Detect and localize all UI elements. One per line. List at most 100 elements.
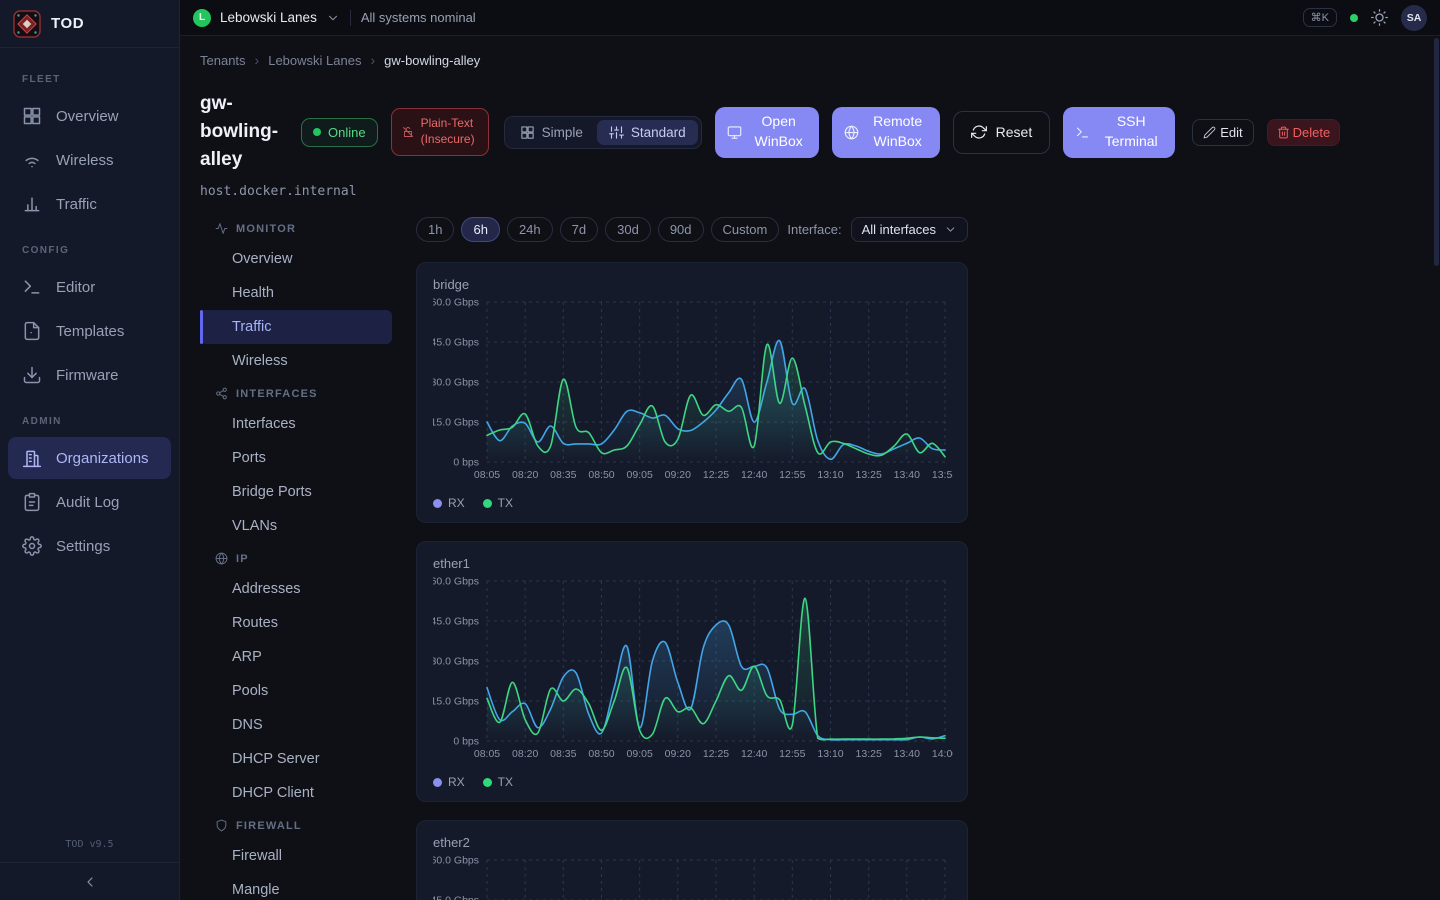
connection-status-dot <box>1350 14 1358 22</box>
time-range-custom[interactable]: Custom <box>711 217 780 242</box>
legend-label: TX <box>498 496 513 510</box>
device-nav-item-routes[interactable]: Routes <box>200 606 392 640</box>
grid-icon <box>22 106 42 126</box>
device-nav-item-dns[interactable]: DNS <box>200 708 392 742</box>
traffic-panel: 1h6h24h7d30d90dCustom Interface: All int… <box>416 213 968 900</box>
svg-text:08:20: 08:20 <box>512 469 538 481</box>
vertical-scrollbar-thumb[interactable] <box>1434 38 1439 266</box>
device-nav-item-firewall[interactable]: Firewall <box>200 839 392 873</box>
delete-button[interactable]: Delete <box>1267 119 1341 146</box>
device-nav-item-traffic[interactable]: Traffic <box>200 310 392 344</box>
open-winbox-label: Open WinBox <box>751 112 807 151</box>
breadcrumb-separator: › <box>370 52 375 68</box>
file-icon <box>22 321 42 341</box>
command-palette-shortcut[interactable]: ⌘K <box>1303 8 1337 27</box>
online-status-badge: Online <box>301 118 378 147</box>
time-range-pills: 1h 6h 24h 7d 30d 90d Custom <box>416 217 779 242</box>
device-nav-item-interfaces[interactable]: Interfaces <box>200 407 392 441</box>
legend-item-tx[interactable]: TX <box>483 496 513 510</box>
open-winbox-button[interactable]: Open WinBox <box>715 107 819 158</box>
interface-select[interactable]: All interfaces <box>851 217 968 242</box>
breadcrumb-item-lebowski-lanes[interactable]: Lebowski Lanes <box>268 53 361 68</box>
refresh-icon <box>971 124 987 140</box>
svg-text:08:05: 08:05 <box>474 469 500 481</box>
sidebar-group-label-admin: ADMIN <box>22 416 157 427</box>
time-range-30d[interactable]: 30d <box>605 217 651 242</box>
sidebar-item-wireless[interactable]: Wireless <box>8 139 171 181</box>
ssh-terminal-button[interactable]: SSH Terminal <box>1063 107 1175 158</box>
chart-title: bridge <box>433 277 951 292</box>
device-nav-item-dhcp-server[interactable]: DHCP Server <box>200 742 392 776</box>
svg-text:12:40: 12:40 <box>741 469 767 481</box>
globe-icon <box>844 125 859 140</box>
terminal-icon <box>22 277 42 297</box>
device-nav-item-pools[interactable]: Pools <box>200 674 392 708</box>
remote-winbox-button[interactable]: Remote WinBox <box>832 107 940 158</box>
svg-text:09:05: 09:05 <box>627 748 653 760</box>
time-range-row: 1h6h24h7d30d90dCustom Interface: All int… <box>416 217 968 242</box>
edit-button[interactable]: Edit <box>1192 119 1253 146</box>
time-range-1h[interactable]: 1h <box>416 217 454 242</box>
traffic-chart-card-ether2: ether260.0 Gbps45.0 Gbps30.0 Gbps15.0 Gb… <box>416 820 968 900</box>
svg-text:08:05: 08:05 <box>474 748 500 760</box>
user-avatar[interactable]: SA <box>1401 5 1427 31</box>
mode-simple-label: Simple <box>542 125 583 140</box>
app-title: TOD <box>51 15 84 32</box>
gear-icon <box>22 536 42 556</box>
device-nav-item-mangle[interactable]: Mangle <box>200 873 392 900</box>
breadcrumb-item-tenants[interactable]: Tenants <box>200 53 246 68</box>
mode-standard-option[interactable]: Standard <box>597 120 698 145</box>
tenant-avatar: L <box>193 9 211 27</box>
device-nav-item-wireless[interactable]: Wireless <box>200 344 392 378</box>
device-nav-item-vlans[interactable]: VLANs <box>200 509 392 543</box>
svg-text:15.0 Gbps: 15.0 Gbps <box>433 417 479 429</box>
time-range-6h[interactable]: 6h <box>461 217 499 242</box>
chart-legend: RX TX <box>433 775 951 789</box>
mode-simple-option[interactable]: Simple <box>508 120 595 145</box>
tenant-switcher[interactable]: L Lebowski Lanes <box>193 9 340 27</box>
insecure-connection-badge: Plain-Text (Insecure) <box>391 108 489 155</box>
sidebar-item-editor[interactable]: Editor <box>8 266 171 308</box>
sidebar-item-firmware[interactable]: Firmware <box>8 354 171 396</box>
device-nav-item-overview[interactable]: Overview <box>200 242 392 276</box>
reset-label: Reset <box>996 124 1033 140</box>
legend-item-tx[interactable]: TX <box>483 775 513 789</box>
device-nav-item-dhcp-client[interactable]: DHCP Client <box>200 776 392 810</box>
sidebar-item-templates[interactable]: Templates <box>8 310 171 352</box>
home-logo-link[interactable]: TOD <box>0 0 179 48</box>
time-range-90d[interactable]: 90d <box>658 217 704 242</box>
sidebar-item-audit-log[interactable]: Audit Log <box>8 481 171 523</box>
legend-item-rx[interactable]: RX <box>433 496 465 510</box>
theme-toggle-sun-icon[interactable] <box>1371 9 1388 26</box>
sidebar-item-overview[interactable]: Overview <box>8 95 171 137</box>
legend-label: TX <box>498 775 513 789</box>
sidebar-item-traffic[interactable]: Traffic <box>8 183 171 225</box>
time-range-7d[interactable]: 7d <box>560 217 598 242</box>
device-nav-item-bridge-ports[interactable]: Bridge Ports <box>200 475 392 509</box>
svg-text:08:20: 08:20 <box>512 748 538 760</box>
svg-text:13:25: 13:25 <box>856 469 882 481</box>
device-nav-group-label: INTERFACES <box>236 388 318 400</box>
device-nav-item-health[interactable]: Health <box>200 276 392 310</box>
sidebar-collapse-button[interactable] <box>0 862 179 900</box>
legend-item-rx[interactable]: RX <box>433 775 465 789</box>
device-nav-item-arp[interactable]: ARP <box>200 640 392 674</box>
time-range-24h[interactable]: 24h <box>507 217 553 242</box>
activity-icon <box>215 222 228 235</box>
sidebar-item-settings[interactable]: Settings <box>8 525 171 567</box>
legend-dot-icon <box>483 499 492 508</box>
breadcrumb: Tenants›Lebowski Lanes›gw-bowling-alley <box>200 50 1420 70</box>
svg-text:12:25: 12:25 <box>703 469 729 481</box>
chart-plot: 60.0 Gbps45.0 Gbps30.0 Gbps15.0 Gbps0 bp… <box>433 575 951 768</box>
reset-button[interactable]: Reset <box>953 111 1051 154</box>
device-nav-group-label: FIREWALL <box>236 820 302 832</box>
device-nav-item-addresses[interactable]: Addresses <box>200 572 392 606</box>
sidebar-item-label: Settings <box>56 538 110 555</box>
sidebar-item-organizations[interactable]: Organizations <box>8 437 171 479</box>
chevron-down-icon <box>944 223 957 236</box>
sidebar-item-label: Wireless <box>56 152 114 169</box>
device-nav-item-ports[interactable]: Ports <box>200 441 392 475</box>
svg-text:13:55: 13:55 <box>932 469 953 481</box>
svg-text:12:55: 12:55 <box>779 748 805 760</box>
device-nav-group-monitor: MONITOR <box>200 213 392 242</box>
